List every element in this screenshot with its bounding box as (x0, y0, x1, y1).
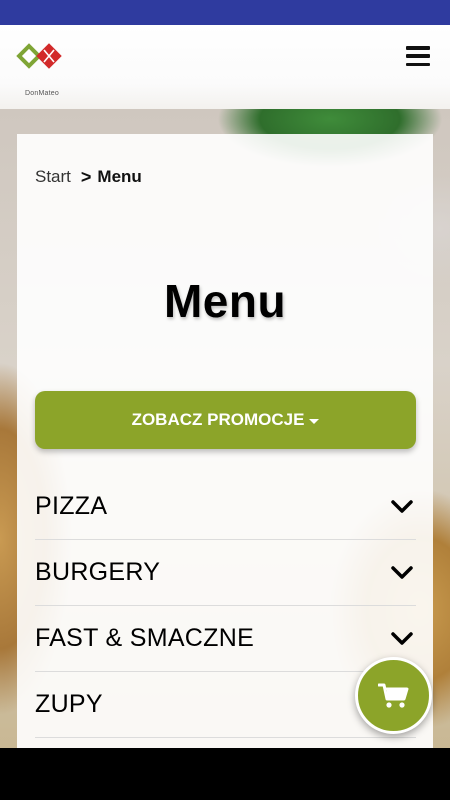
menu-category-label: FAST & SMACZNE (35, 624, 255, 652)
menu-category-pizza[interactable]: PIZZA (35, 474, 416, 540)
site-header: DonMateo (0, 25, 450, 109)
status-bar (0, 0, 450, 25)
breadcrumb: Start > Menu (35, 166, 142, 188)
donmateo-logo-icon[interactable] (16, 39, 68, 79)
chevron-down-icon (391, 565, 413, 579)
chevron-down-icon (391, 499, 413, 513)
breadcrumb-current: Menu (97, 167, 142, 186)
breadcrumb-separator: > (80, 166, 92, 187)
hamburger-menu-icon[interactable] (406, 46, 430, 66)
shopping-cart-icon (377, 683, 408, 708)
breadcrumb-start-link[interactable]: Start (35, 167, 71, 187)
chevron-down-icon (391, 631, 413, 645)
shopping-cart-button[interactable] (355, 657, 432, 734)
see-promotions-button[interactable]: ZOBACZ PROMOCJE (35, 391, 416, 449)
logo-text: DonMateo (25, 90, 59, 97)
page-title: Menu (163, 275, 287, 327)
menu-category-burgery[interactable]: BURGERY (35, 540, 416, 606)
caret-down-icon (309, 418, 320, 424)
menu-category-label: BURGERY (35, 558, 161, 586)
navigation-bar (0, 748, 450, 800)
menu-category-fast-smaczne[interactable]: FAST & SMACZNE (35, 606, 416, 672)
menu-category-label: PIZZA (35, 492, 108, 520)
menu-category-label: ZUPY (35, 690, 103, 718)
menu-card: Start > Menu Menu ZOBACZ PROMOCJE PIZZA … (17, 134, 433, 748)
see-promotions-label: ZOBACZ PROMOCJE (131, 410, 305, 429)
